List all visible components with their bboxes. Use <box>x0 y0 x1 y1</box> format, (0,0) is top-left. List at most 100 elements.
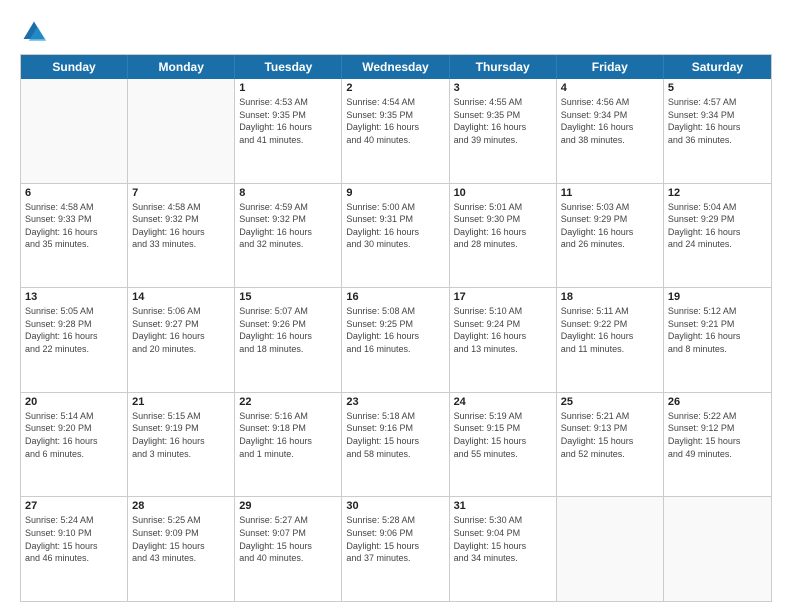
calendar-cell: 26Sunrise: 5:22 AMSunset: 9:12 PMDayligh… <box>664 393 771 497</box>
cell-info-line: Sunrise: 5:15 AM <box>132 410 230 423</box>
cell-info-line: Sunset: 9:33 PM <box>25 213 123 226</box>
cell-info-line: and 11 minutes. <box>561 343 659 356</box>
cell-info-line: Sunrise: 5:07 AM <box>239 305 337 318</box>
calendar-cell: 13Sunrise: 5:05 AMSunset: 9:28 PMDayligh… <box>21 288 128 392</box>
day-number: 4 <box>561 82 659 94</box>
cell-info-line: Sunset: 9:07 PM <box>239 527 337 540</box>
cell-info-line: and 37 minutes. <box>346 552 444 565</box>
header-day-monday: Monday <box>128 55 235 79</box>
cell-info-line: and 26 minutes. <box>561 238 659 251</box>
day-number: 12 <box>668 187 767 199</box>
day-number: 2 <box>346 82 444 94</box>
cell-info-line: Sunrise: 5:24 AM <box>25 514 123 527</box>
cell-info-line: Sunset: 9:09 PM <box>132 527 230 540</box>
day-number: 7 <box>132 187 230 199</box>
cell-info-line: and 16 minutes. <box>346 343 444 356</box>
logo-icon <box>20 18 48 46</box>
day-number: 31 <box>454 500 552 512</box>
calendar-cell: 12Sunrise: 5:04 AMSunset: 9:29 PMDayligh… <box>664 184 771 288</box>
calendar-cell: 8Sunrise: 4:59 AMSunset: 9:32 PMDaylight… <box>235 184 342 288</box>
cell-info-line: Daylight: 15 hours <box>561 435 659 448</box>
cell-info-line: Daylight: 15 hours <box>454 435 552 448</box>
calendar-cell: 25Sunrise: 5:21 AMSunset: 9:13 PMDayligh… <box>557 393 664 497</box>
cell-info-line: Daylight: 16 hours <box>25 226 123 239</box>
cell-info-line: and 28 minutes. <box>454 238 552 251</box>
cell-info-line: Daylight: 16 hours <box>454 330 552 343</box>
calendar-cell: 1Sunrise: 4:53 AMSunset: 9:35 PMDaylight… <box>235 79 342 183</box>
day-number: 5 <box>668 82 767 94</box>
cell-info-line: Sunset: 9:13 PM <box>561 422 659 435</box>
cell-info-line: Daylight: 15 hours <box>25 540 123 553</box>
cell-info-line: and 22 minutes. <box>25 343 123 356</box>
cell-info-line: Sunset: 9:15 PM <box>454 422 552 435</box>
day-number: 6 <box>25 187 123 199</box>
day-number: 8 <box>239 187 337 199</box>
header <box>20 18 772 46</box>
cell-info-line: Daylight: 16 hours <box>132 226 230 239</box>
cell-info-line: Sunset: 9:29 PM <box>561 213 659 226</box>
calendar-cell <box>664 497 771 601</box>
cell-info-line: Sunset: 9:35 PM <box>239 109 337 122</box>
cell-info-line: Sunrise: 5:08 AM <box>346 305 444 318</box>
cell-info-line: Daylight: 16 hours <box>561 330 659 343</box>
calendar-cell: 22Sunrise: 5:16 AMSunset: 9:18 PMDayligh… <box>235 393 342 497</box>
header-day-saturday: Saturday <box>664 55 771 79</box>
cell-info-line: and 36 minutes. <box>668 134 767 147</box>
day-number: 25 <box>561 396 659 408</box>
cell-info-line: Sunrise: 4:54 AM <box>346 96 444 109</box>
cell-info-line: Daylight: 15 hours <box>346 435 444 448</box>
cell-info-line: and 40 minutes. <box>346 134 444 147</box>
cell-info-line: Sunset: 9:16 PM <box>346 422 444 435</box>
cell-info-line: Sunrise: 4:53 AM <box>239 96 337 109</box>
calendar-row-4: 27Sunrise: 5:24 AMSunset: 9:10 PMDayligh… <box>21 496 771 601</box>
cell-info-line: Sunset: 9:28 PM <box>25 318 123 331</box>
calendar-cell: 15Sunrise: 5:07 AMSunset: 9:26 PMDayligh… <box>235 288 342 392</box>
calendar-cell: 18Sunrise: 5:11 AMSunset: 9:22 PMDayligh… <box>557 288 664 392</box>
cell-info-line: Sunset: 9:30 PM <box>454 213 552 226</box>
day-number: 23 <box>346 396 444 408</box>
day-number: 17 <box>454 291 552 303</box>
header-day-thursday: Thursday <box>450 55 557 79</box>
cell-info-line: and 34 minutes. <box>454 552 552 565</box>
cell-info-line: Sunset: 9:18 PM <box>239 422 337 435</box>
cell-info-line: Daylight: 16 hours <box>239 330 337 343</box>
cell-info-line: Sunset: 9:20 PM <box>25 422 123 435</box>
cell-info-line: Sunset: 9:31 PM <box>346 213 444 226</box>
cell-info-line: Sunset: 9:21 PM <box>668 318 767 331</box>
day-number: 19 <box>668 291 767 303</box>
cell-info-line: Daylight: 16 hours <box>25 435 123 448</box>
calendar-cell <box>128 79 235 183</box>
cell-info-line: Sunrise: 4:58 AM <box>132 201 230 214</box>
cell-info-line: Sunset: 9:26 PM <box>239 318 337 331</box>
cell-info-line: Daylight: 15 hours <box>668 435 767 448</box>
day-number: 3 <box>454 82 552 94</box>
cell-info-line: Sunset: 9:22 PM <box>561 318 659 331</box>
calendar-cell: 11Sunrise: 5:03 AMSunset: 9:29 PMDayligh… <box>557 184 664 288</box>
day-number: 21 <box>132 396 230 408</box>
cell-info-line: and 41 minutes. <box>239 134 337 147</box>
calendar-cell: 7Sunrise: 4:58 AMSunset: 9:32 PMDaylight… <box>128 184 235 288</box>
calendar-cell: 6Sunrise: 4:58 AMSunset: 9:33 PMDaylight… <box>21 184 128 288</box>
cell-info-line: Sunset: 9:12 PM <box>668 422 767 435</box>
cell-info-line: and 8 minutes. <box>668 343 767 356</box>
calendar-cell: 20Sunrise: 5:14 AMSunset: 9:20 PMDayligh… <box>21 393 128 497</box>
calendar-cell: 2Sunrise: 4:54 AMSunset: 9:35 PMDaylight… <box>342 79 449 183</box>
day-number: 14 <box>132 291 230 303</box>
calendar-cell <box>21 79 128 183</box>
cell-info-line: Sunrise: 5:05 AM <box>25 305 123 318</box>
day-number: 26 <box>668 396 767 408</box>
calendar-cell: 30Sunrise: 5:28 AMSunset: 9:06 PMDayligh… <box>342 497 449 601</box>
day-number: 30 <box>346 500 444 512</box>
day-number: 13 <box>25 291 123 303</box>
header-day-wednesday: Wednesday <box>342 55 449 79</box>
cell-info-line: Sunrise: 4:57 AM <box>668 96 767 109</box>
cell-info-line: and 32 minutes. <box>239 238 337 251</box>
header-day-sunday: Sunday <box>21 55 128 79</box>
cell-info-line: Daylight: 15 hours <box>346 540 444 553</box>
cell-info-line: Daylight: 16 hours <box>668 226 767 239</box>
cell-info-line: and 20 minutes. <box>132 343 230 356</box>
cell-info-line: Daylight: 16 hours <box>561 121 659 134</box>
cell-info-line: Sunrise: 5:04 AM <box>668 201 767 214</box>
cell-info-line: Sunrise: 5:03 AM <box>561 201 659 214</box>
calendar-row-3: 20Sunrise: 5:14 AMSunset: 9:20 PMDayligh… <box>21 392 771 497</box>
